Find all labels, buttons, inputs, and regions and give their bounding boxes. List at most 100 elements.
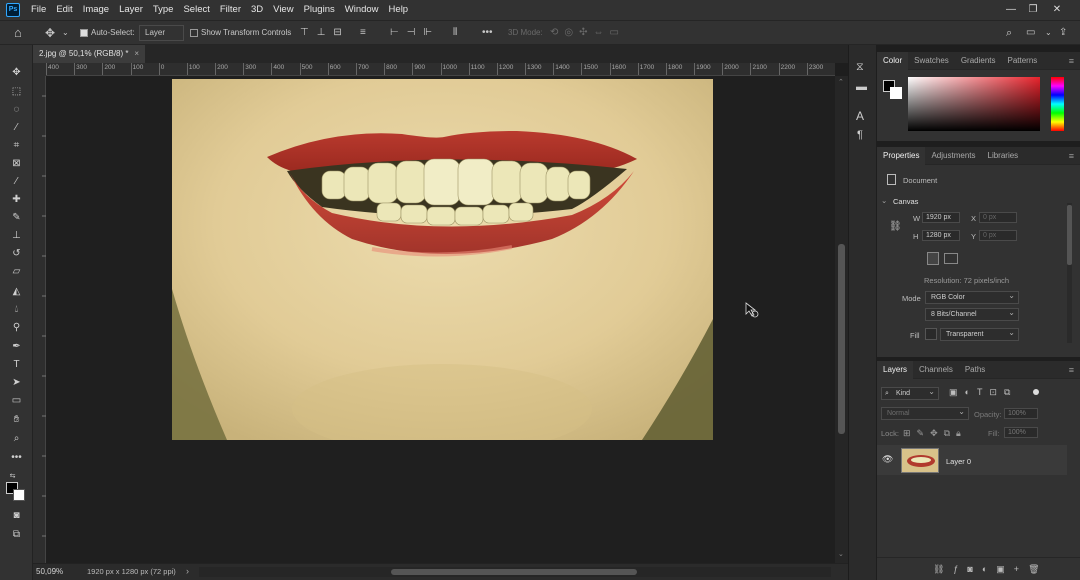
document-image[interactable] [172, 79, 713, 440]
crop-tool-icon[interactable]: ⌗ [8, 138, 25, 153]
hue-slider[interactable] [1051, 77, 1064, 131]
panel-menu-icon[interactable]: ≡ [1069, 56, 1074, 66]
landscape-orientation-icon[interactable] [944, 253, 958, 264]
blur-tool-icon[interactable]: 💧︎ [8, 302, 25, 317]
menu-layer[interactable]: Layer [114, 0, 148, 20]
vertical-ruler[interactable] [33, 76, 46, 563]
more-options-icon[interactable]: ••• [482, 21, 493, 45]
marquee-tool-icon[interactable]: ⬚ [8, 84, 25, 99]
tab-layers[interactable]: Layers [877, 360, 914, 379]
layer-row[interactable]: 👁︎ Layer 0 [877, 445, 1067, 475]
minimize-icon[interactable]: — [1000, 0, 1022, 20]
workspace-chevron-icon[interactable]: ⌄ [1045, 21, 1052, 45]
quick-select-tool-icon[interactable]: ⁄ [8, 120, 25, 135]
align-more-icon[interactable]: ⫴ [453, 21, 457, 45]
menu-3d[interactable]: 3D [246, 0, 268, 20]
maximize-icon[interactable]: ❐ [1022, 0, 1044, 20]
y-field[interactable]: 0 px [979, 230, 1017, 241]
horizontal-scrollbar[interactable] [199, 567, 831, 577]
align-icons[interactable]: ⊤⊥⊟ [300, 21, 350, 45]
tab-close-icon[interactable]: × [134, 45, 139, 63]
properties-scrollbar[interactable] [1067, 203, 1072, 343]
status-menu-arrow-icon[interactable]: › [186, 566, 189, 576]
character-icon[interactable]: A [856, 109, 864, 123]
paragraph-icon[interactable]: ¶ [857, 129, 863, 141]
height-field[interactable]: 1280 px [922, 230, 960, 241]
canvas-area[interactable] [46, 76, 835, 563]
menu-file[interactable]: File [26, 0, 51, 20]
menu-plugins[interactable]: Plugins [299, 0, 340, 20]
tab-adjustments[interactable]: Adjustments [925, 147, 981, 165]
tab-libraries[interactable]: Libraries [982, 147, 1025, 165]
layer-filter-icons[interactable]: ▣◐T⊡⧉ [949, 387, 1017, 398]
zoom-tool-icon[interactable]: ⌕ [8, 431, 25, 446]
menu-filter[interactable]: Filter [215, 0, 246, 20]
workspace-icon[interactable]: ▭ [1026, 21, 1035, 45]
link-dimensions-icon[interactable]: ⛓ [889, 221, 902, 232]
tool-preset-chevron-icon[interactable]: ⌄ [62, 21, 69, 45]
tab-paths[interactable]: Paths [959, 361, 991, 379]
panel-menu-icon[interactable]: ≡ [1069, 151, 1074, 161]
screen-mode-icon[interactable]: ⧉ [8, 527, 25, 542]
distribute-icon[interactable]: ≡ [360, 21, 366, 45]
eraser-tool-icon[interactable]: ▱ [8, 264, 25, 279]
menu-view[interactable]: View [268, 0, 298, 20]
lock-icons[interactable]: ⊞✎✥⧉🔒︎ [903, 428, 967, 439]
blend-mode-dropdown[interactable]: Normal [881, 406, 969, 420]
vertical-scrollbar[interactable]: ⌃ ⌄ [835, 76, 848, 563]
scroll-down-icon[interactable]: ⌄ [838, 550, 844, 558]
horizontal-ruler[interactable]: 400 300 200 100 0 100 200 300 400 500 600 700 800 900… [46, 63, 835, 76]
menu-image[interactable]: Image [78, 0, 114, 20]
menu-select[interactable]: Select [178, 0, 214, 20]
frame-tool-icon[interactable]: ⊠ [8, 156, 25, 171]
search-icon[interactable]: ⌕ [1006, 21, 1012, 45]
eyedropper-tool-icon[interactable]: ⁄ [8, 174, 25, 189]
menu-window[interactable]: Window [340, 0, 384, 20]
align-horizontal-icons[interactable]: ⊢⊣⊩ [390, 21, 440, 45]
layer-action-icons[interactable]: ⛓ƒ◙◐▣+🗑︎ [933, 564, 1049, 575]
rectangle-tool-icon[interactable]: ▭ [8, 393, 25, 408]
clone-stamp-icon[interactable]: ⊥ [8, 228, 25, 243]
edit-toolbar-icon[interactable]: ••• [8, 450, 25, 465]
tab-patterns[interactable]: Patterns [1002, 52, 1044, 70]
share-icon[interactable]: ⇪ [1059, 21, 1067, 45]
history-icon[interactable]: ⧖ [856, 61, 864, 74]
hand-tool-icon[interactable]: ✋︎ [8, 412, 25, 427]
layer-name[interactable]: Layer 0 [946, 457, 971, 466]
swap-colors-icon[interactable]: ⇆ [4, 468, 21, 483]
opacity-field[interactable]: 100% [1004, 408, 1038, 419]
menu-edit[interactable]: Edit [51, 0, 77, 20]
mode-dropdown[interactable]: RGB Color [925, 290, 1019, 304]
canvas-chevron-icon[interactable]: ⌄ [881, 196, 887, 205]
move-tool-icon[interactable]: ✥ [45, 21, 55, 45]
background-swatch[interactable] [890, 87, 902, 99]
auto-select-dropdown[interactable]: Layer [139, 25, 185, 41]
vertical-scroll-thumb[interactable] [838, 244, 845, 434]
portrait-orientation-icon[interactable] [927, 252, 939, 265]
visibility-eye-icon[interactable]: 👁︎ [882, 454, 893, 465]
home-icon[interactable]: ⌂ [14, 21, 22, 45]
scroll-up-icon[interactable]: ⌃ [838, 78, 844, 86]
tab-swatches[interactable]: Swatches [908, 52, 955, 70]
brush-tool-icon[interactable]: ✎ [8, 210, 25, 225]
show-transform-checkbox[interactable]: Show Transform Controls [190, 21, 291, 45]
filter-kind-dropdown[interactable]: ⌕ Kind [881, 386, 939, 400]
background-color-swatch[interactable] [13, 489, 25, 501]
zoom-level[interactable]: 50,09% [36, 567, 63, 576]
bit-depth-dropdown[interactable]: 8 Bits/Channel [925, 307, 1019, 321]
tab-channels[interactable]: Channels [913, 361, 959, 379]
lasso-tool-icon[interactable]: ◌ [8, 102, 25, 117]
move-tool-icon[interactable]: ✥ [8, 65, 25, 80]
document-tab[interactable]: 2.jpg @ 50,1% (RGB/8) * × [33, 45, 145, 63]
menu-help[interactable]: Help [384, 0, 414, 20]
tab-gradients[interactable]: Gradients [955, 52, 1002, 70]
filter-toggle-icon[interactable] [1033, 389, 1039, 395]
history-brush-icon[interactable]: ↺ [8, 246, 25, 261]
fill-swatch[interactable] [925, 328, 937, 340]
menu-type[interactable]: Type [148, 0, 179, 20]
path-select-icon[interactable]: ➤ [8, 375, 25, 390]
width-field[interactable]: 1920 px [922, 212, 960, 223]
type-tool-icon[interactable]: T [8, 357, 25, 372]
fill-opacity-field[interactable]: 100% [1004, 427, 1038, 438]
pen-tool-icon[interactable]: ✒ [8, 339, 25, 354]
